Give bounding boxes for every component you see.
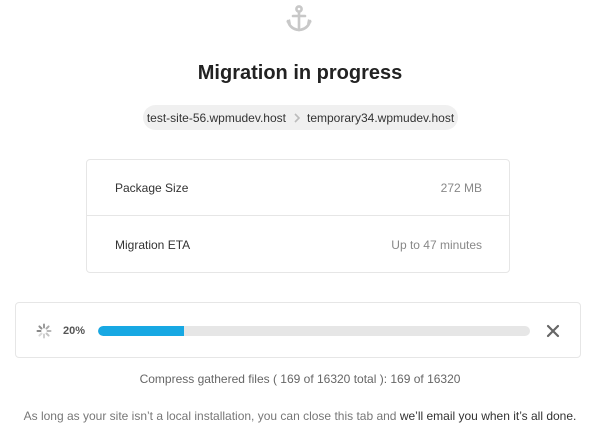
footer-note-emphasis: we’ll email you when it’s all done. xyxy=(399,409,577,423)
progress-status: Compress gathered files ( 169 of 16320 t… xyxy=(139,372,461,386)
package-size-label: Package Size xyxy=(115,180,189,195)
migration-details: Package Size 272 MB Migration ETA Up to … xyxy=(86,159,510,273)
destination-host: temporary34.wpmudev.host xyxy=(306,110,455,125)
package-size-value: 272 MB xyxy=(440,180,482,195)
progress-panel: 20% xyxy=(15,302,581,358)
footer-note: As long as your site isn’t a local insta… xyxy=(0,409,600,423)
chevron-right-icon xyxy=(294,112,301,123)
migration-eta-label: Migration ETA xyxy=(115,238,191,252)
anchor-icon xyxy=(286,5,312,32)
footer-note-text: As long as your site isn’t a local insta… xyxy=(23,409,400,423)
package-size-row: Package Size 272 MB xyxy=(87,160,509,216)
spinner-icon xyxy=(36,323,52,339)
migration-route: test-site-56.wpmudev.host temporary34.wp… xyxy=(143,105,458,130)
progress-bar-fill xyxy=(98,326,185,336)
progress-bar xyxy=(98,326,530,336)
migration-eta-value: Up to 47 minutes xyxy=(391,238,482,252)
page-title: Migration in progress xyxy=(197,62,403,84)
source-host: test-site-56.wpmudev.host xyxy=(146,110,286,125)
close-icon[interactable] xyxy=(544,322,562,340)
progress-percent: 20% xyxy=(63,325,86,337)
migration-eta-row: Migration ETA Up to 47 minutes xyxy=(87,217,509,273)
